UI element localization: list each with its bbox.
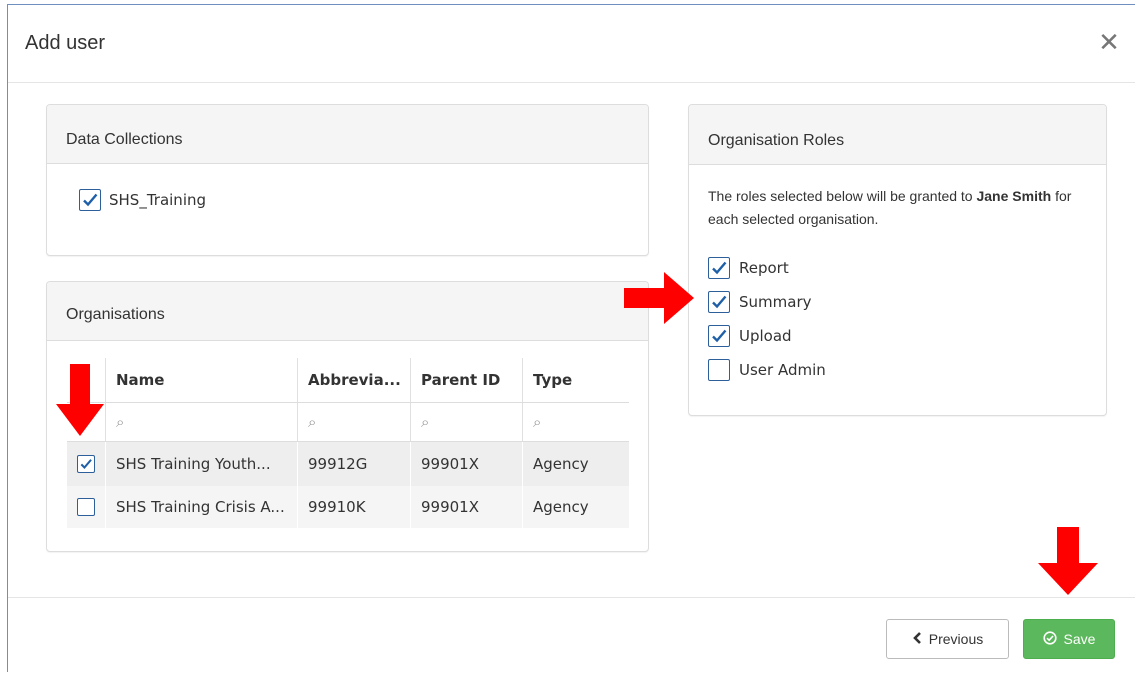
column-header-parent-id[interactable]: Parent ID: [410, 358, 522, 402]
search-icon: ⌕: [116, 413, 125, 431]
checkbox-unchecked[interactable]: [708, 359, 730, 381]
checkbox-checked[interactable]: [708, 325, 730, 347]
check-icon: [712, 329, 727, 343]
search-icon: ⌕: [421, 413, 430, 431]
red-arrow-down-icon: [1038, 527, 1098, 595]
search-icon: ⌕: [308, 413, 317, 431]
role-label: Report: [739, 259, 789, 277]
filter-abbreviation[interactable]: ⌕: [297, 403, 410, 441]
org-name: SHS Training Crisis A...: [105, 486, 297, 528]
organisation-roles-title: Organisation Roles: [708, 132, 845, 149]
role-summary[interactable]: Summary: [708, 291, 812, 315]
checkbox-unchecked[interactable]: [77, 498, 95, 516]
save-label: Save: [1063, 631, 1096, 647]
grid-header-row: Name Abbrevia... Parent ID Type: [67, 358, 629, 402]
red-arrow-down-icon: [56, 364, 104, 436]
role-user-admin[interactable]: User Admin: [708, 359, 826, 383]
column-header-name[interactable]: Name: [105, 358, 297, 402]
check-icon: [80, 459, 92, 469]
filter-name[interactable]: ⌕: [105, 403, 297, 441]
org-abbreviation: 99910K: [297, 486, 410, 528]
panel-heading: Organisation Roles: [689, 105, 1106, 165]
role-report[interactable]: Report: [708, 257, 789, 281]
organisations-panel: Organisations Name Abbrevia... Parent ID…: [46, 281, 649, 552]
close-icon[interactable]: ✕: [1097, 30, 1121, 56]
role-label: User Admin: [739, 361, 826, 379]
check-icon: [83, 193, 98, 207]
checkbox-checked[interactable]: [708, 291, 730, 313]
chevron-left-icon: [912, 631, 922, 647]
modal-footer: Previous Save: [8, 597, 1135, 673]
previous-button[interactable]: Previous: [886, 619, 1009, 659]
org-type: Agency: [522, 442, 629, 486]
roles-desc-prefix: The roles selected below will be granted…: [708, 188, 973, 204]
data-collection-label: SHS_Training: [109, 191, 207, 209]
data-collection-item[interactable]: SHS_Training: [79, 189, 206, 211]
table-row[interactable]: SHS Training Crisis A... 99910K 99901X A…: [67, 486, 629, 528]
filter-type[interactable]: ⌕: [522, 403, 629, 441]
checkbox-checked[interactable]: [79, 189, 101, 211]
search-icon: ⌕: [533, 413, 542, 431]
column-header-type[interactable]: Type: [522, 358, 629, 402]
organisation-roles-panel: Organisation Roles The roles selected be…: [688, 104, 1107, 416]
add-user-modal: Add user ✕ Data Collections SHS_Training…: [7, 4, 1135, 672]
org-parent-id: 99901X: [410, 442, 522, 486]
org-type: Agency: [522, 486, 629, 528]
org-name: SHS Training Youth...: [105, 442, 297, 486]
modal-header: Add user ✕: [8, 5, 1135, 83]
modal-title: Add user: [25, 32, 106, 54]
roles-description: The roles selected below will be granted…: [708, 185, 1088, 231]
table-row[interactable]: SHS Training Youth... 99912G 99901X Agen…: [67, 442, 629, 486]
role-label: Summary: [739, 293, 812, 311]
grid-filter-row: ⌕ ⌕ ⌕ ⌕: [67, 402, 629, 442]
row-select-cell[interactable]: [67, 442, 105, 486]
role-label: Upload: [739, 327, 792, 345]
org-parent-id: 99901X: [410, 486, 522, 528]
previous-label: Previous: [928, 631, 984, 647]
check-icon: [712, 261, 727, 275]
checkbox-checked[interactable]: [708, 257, 730, 279]
panel-heading: Organisations: [47, 282, 648, 341]
filter-parent-id[interactable]: ⌕: [410, 403, 522, 441]
panel-heading: Data Collections: [47, 105, 648, 164]
data-collections-panel: Data Collections SHS_Training: [46, 104, 649, 256]
check-icon: [712, 295, 727, 309]
row-select-cell[interactable]: [67, 486, 105, 528]
check-circle-icon: [1042, 630, 1057, 648]
organisations-title: Organisations: [66, 306, 165, 323]
role-upload[interactable]: Upload: [708, 325, 792, 349]
user-name: Jane Smith: [976, 188, 1052, 204]
data-collections-title: Data Collections: [66, 131, 183, 148]
save-button[interactable]: Save: [1023, 619, 1115, 659]
red-arrow-right-icon: [624, 272, 694, 324]
column-header-abbreviation[interactable]: Abbrevia...: [297, 358, 410, 402]
org-abbreviation: 99912G: [297, 442, 410, 486]
checkbox-checked[interactable]: [77, 455, 95, 473]
